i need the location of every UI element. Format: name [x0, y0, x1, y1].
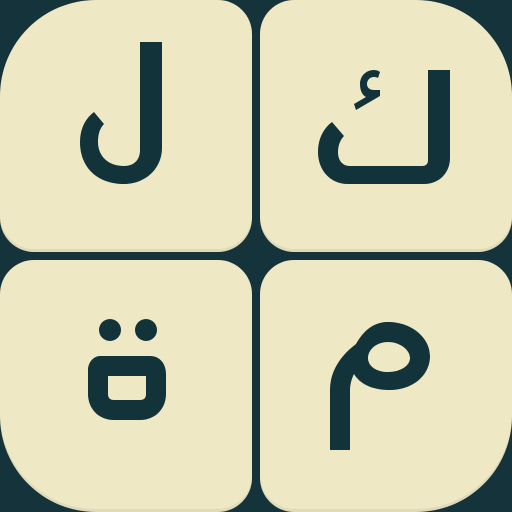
kaf-glyph-icon: [318, 70, 450, 184]
letter-board: ل ك ة م: [0, 0, 512, 512]
letter-tile-kaf[interactable]: ك: [260, 0, 512, 252]
letter-tile-mim[interactable]: م: [260, 260, 512, 512]
letter-tile-ta-marbuta[interactable]: ة: [0, 260, 252, 512]
lam-glyph-icon: [80, 42, 162, 184]
mim-glyph-icon: [330, 322, 430, 450]
ta-marbuta-glyph-icon: [88, 319, 166, 420]
letter-tile-lam[interactable]: ل: [0, 0, 252, 252]
